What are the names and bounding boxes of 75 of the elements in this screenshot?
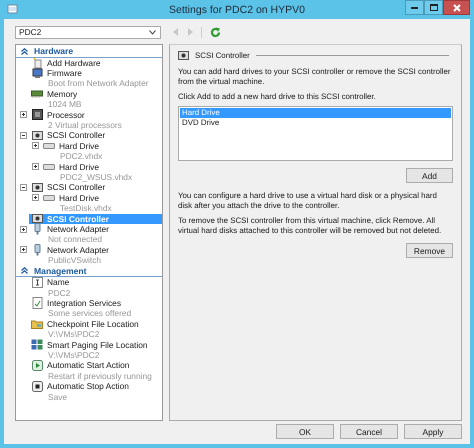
minimize-button[interactable] [405, 0, 424, 15]
item-detail: 1024 MB [47, 99, 82, 110]
add-button[interactable]: Add [406, 168, 453, 183]
item-detail: PDC2 [47, 288, 70, 298]
remove-button[interactable]: Remove [406, 243, 453, 258]
tree-item[interactable]: SCSI Controller [29, 130, 162, 141]
tree-item[interactable]: Smart Paging File Location V:\VMs\PDC2 [29, 340, 162, 360]
controller-icon [32, 183, 42, 192]
tree-item[interactable]: Name PDC2 [29, 277, 162, 298]
collapse-icon [21, 48, 28, 55]
tree-item[interactable]: Automatic Start Action Restart if previously running [29, 360, 162, 382]
tree-item[interactable]: Network Adapter PublicVSwitch [29, 244, 162, 266]
expander-icon[interactable] [20, 132, 27, 139]
item-detail: PublicVSwitch [47, 255, 102, 266]
window-title: Settings for PDC2 on HYPV0 [169, 4, 305, 16]
minimize-icon [411, 6, 418, 9]
expander-icon[interactable] [20, 246, 27, 254]
expander-icon[interactable] [32, 142, 39, 150]
hard-drive-icon [43, 194, 55, 202]
close-icon [452, 4, 460, 12]
dialog-button[interactable]: OK [276, 424, 334, 439]
tree-item[interactable]: Hard Drive TestDisk.vhdx [41, 192, 162, 214]
hard-drive-icon [43, 163, 55, 170]
item-detail: PDC2.vhdx [59, 151, 102, 162]
expander-icon[interactable] [20, 226, 27, 232]
text-cursor-icon [32, 276, 42, 288]
hard-drive-icon [43, 142, 55, 150]
item-detail: V:\VMs\PDC2 [47, 350, 100, 360]
refresh-icon[interactable] [210, 26, 221, 38]
close-button[interactable] [443, 0, 470, 15]
item-detail: Some services offered [47, 308, 132, 319]
maximize-button[interactable] [424, 0, 443, 15]
stop-icon [32, 380, 42, 392]
tree-item[interactable]: Integration Services Some services offered [29, 298, 162, 319]
maximize-icon [430, 4, 438, 11]
network-adapter-icon [34, 223, 40, 236]
expander-icon[interactable] [20, 111, 27, 118]
item-detail: TestDisk.vhdx [59, 203, 112, 214]
expander-icon[interactable] [20, 184, 27, 191]
add-hardware-icon [32, 56, 42, 69]
memory-icon [31, 90, 43, 98]
dialog-button[interactable]: Cancel [340, 424, 398, 439]
tree-item[interactable]: Processor 2 Virtual processors [29, 110, 162, 130]
vm-dropdown[interactable]: PDC2 [15, 26, 161, 38]
expander-icon[interactable] [32, 163, 39, 170]
play-icon [32, 360, 42, 372]
expander-icon[interactable] [32, 194, 39, 202]
tree-item[interactable]: Automatic Stop Action Save [29, 381, 162, 402]
controller-icon [178, 50, 189, 60]
item-detail: Restart if previously running [47, 370, 152, 382]
collapse-icon [21, 267, 28, 274]
tree-item[interactable]: Network Adapter Not connected [29, 224, 162, 245]
document-check-icon [32, 297, 42, 310]
tree-item[interactable]: SCSI Controller [29, 182, 162, 193]
controller-icon [32, 131, 42, 140]
item-detail: Boot from Network Adapter [47, 78, 149, 89]
network-adapter-icon [34, 244, 40, 256]
item-detail: Save [47, 392, 68, 402]
tree-item[interactable]: Hard Drive PDC2.vhdx [41, 140, 162, 162]
tree-item[interactable]: Hard Drive PDC2_WSUS.vhdx [41, 162, 162, 182]
section-header[interactable]: Hardware [16, 46, 162, 58]
item-detail: 2 Virtual processors [47, 120, 122, 130]
folder-icon [31, 318, 43, 329]
window-icon [7, 4, 18, 15]
dialog-button[interactable]: Apply [404, 424, 462, 439]
section-header[interactable]: Management [16, 266, 162, 278]
item-detail: Not connected [47, 234, 104, 245]
tree-item[interactable]: Add Hardware [29, 58, 162, 68]
processor-icon [32, 109, 42, 120]
item-detail: V:\VMs\PDC2 [47, 329, 100, 340]
tree-item[interactable]: Memory 1024 MB [29, 88, 162, 110]
item-detail: PDC2_WSUS.vhdx [59, 172, 132, 182]
tree-item[interactable]: Checkpoint File Location V:\VMs\PDC2 [29, 318, 162, 340]
controller-icon [32, 214, 42, 224]
tree-item[interactable]: Firmware Boot from Network Adapter [29, 68, 162, 89]
